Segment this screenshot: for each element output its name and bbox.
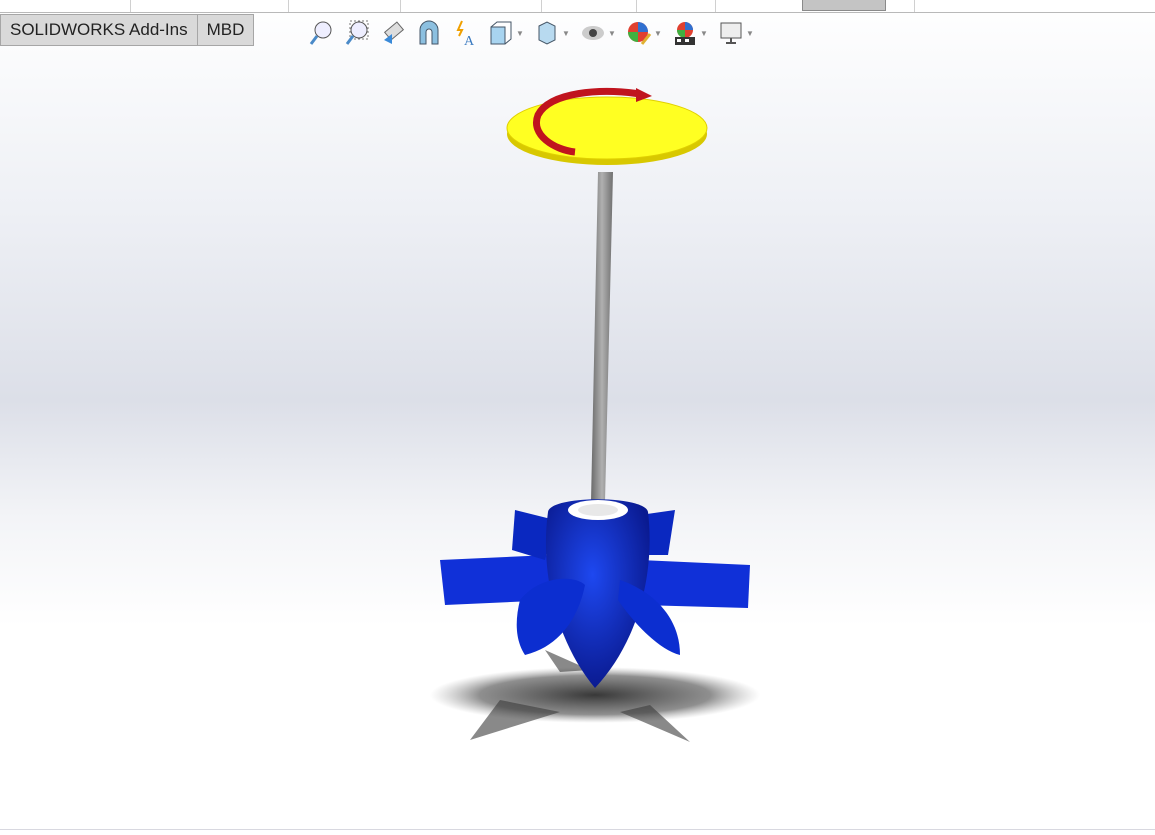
mixer-shaft xyxy=(591,172,613,502)
apply-scene-dropdown-icon[interactable]: ▼ xyxy=(700,29,710,38)
heads-up-view-toolbar: A ▼ ▼ ▼ ▼ ▼ ▼ xyxy=(306,18,756,48)
tab-solidworks-add-ins[interactable]: SOLIDWORKS Add-Ins xyxy=(0,14,198,46)
zoom-to-fit-icon[interactable] xyxy=(306,18,336,48)
section-view-icon[interactable] xyxy=(414,18,444,48)
ribbon-top-strip xyxy=(0,0,1155,13)
svg-text:A: A xyxy=(464,34,475,46)
hide-show-items-icon[interactable] xyxy=(578,18,608,48)
view-orientation-icon[interactable] xyxy=(486,18,516,48)
zoom-to-area-icon[interactable] xyxy=(342,18,372,48)
view-settings-dropdown-icon[interactable]: ▼ xyxy=(746,29,756,38)
tab-mbd[interactable]: MBD xyxy=(197,14,255,46)
graphics-area[interactable] xyxy=(0,0,1155,835)
dynamic-annotation-view-icon[interactable]: A xyxy=(450,18,480,48)
hide-show-dropdown-icon[interactable]: ▼ xyxy=(608,29,618,38)
status-bar xyxy=(0,829,1155,835)
command-manager-tabs: SOLIDWORKS Add-Ins MBD xyxy=(0,14,255,46)
ribbon-selected-tab[interactable] xyxy=(802,0,886,11)
display-style-dropdown-icon[interactable]: ▼ xyxy=(562,29,572,38)
edit-appearance-icon[interactable] xyxy=(624,18,654,48)
apply-scene-icon[interactable] xyxy=(670,18,700,48)
edit-appearance-dropdown-icon[interactable]: ▼ xyxy=(654,29,664,38)
mixer-disc xyxy=(506,88,708,165)
display-style-icon[interactable] xyxy=(532,18,562,48)
view-settings-icon[interactable] xyxy=(716,18,746,48)
impeller-shadow xyxy=(430,650,760,742)
previous-view-icon[interactable] xyxy=(378,18,408,48)
view-orientation-dropdown-icon[interactable]: ▼ xyxy=(516,29,526,38)
impeller xyxy=(440,499,750,688)
rotation-arrow-icon xyxy=(533,88,641,156)
